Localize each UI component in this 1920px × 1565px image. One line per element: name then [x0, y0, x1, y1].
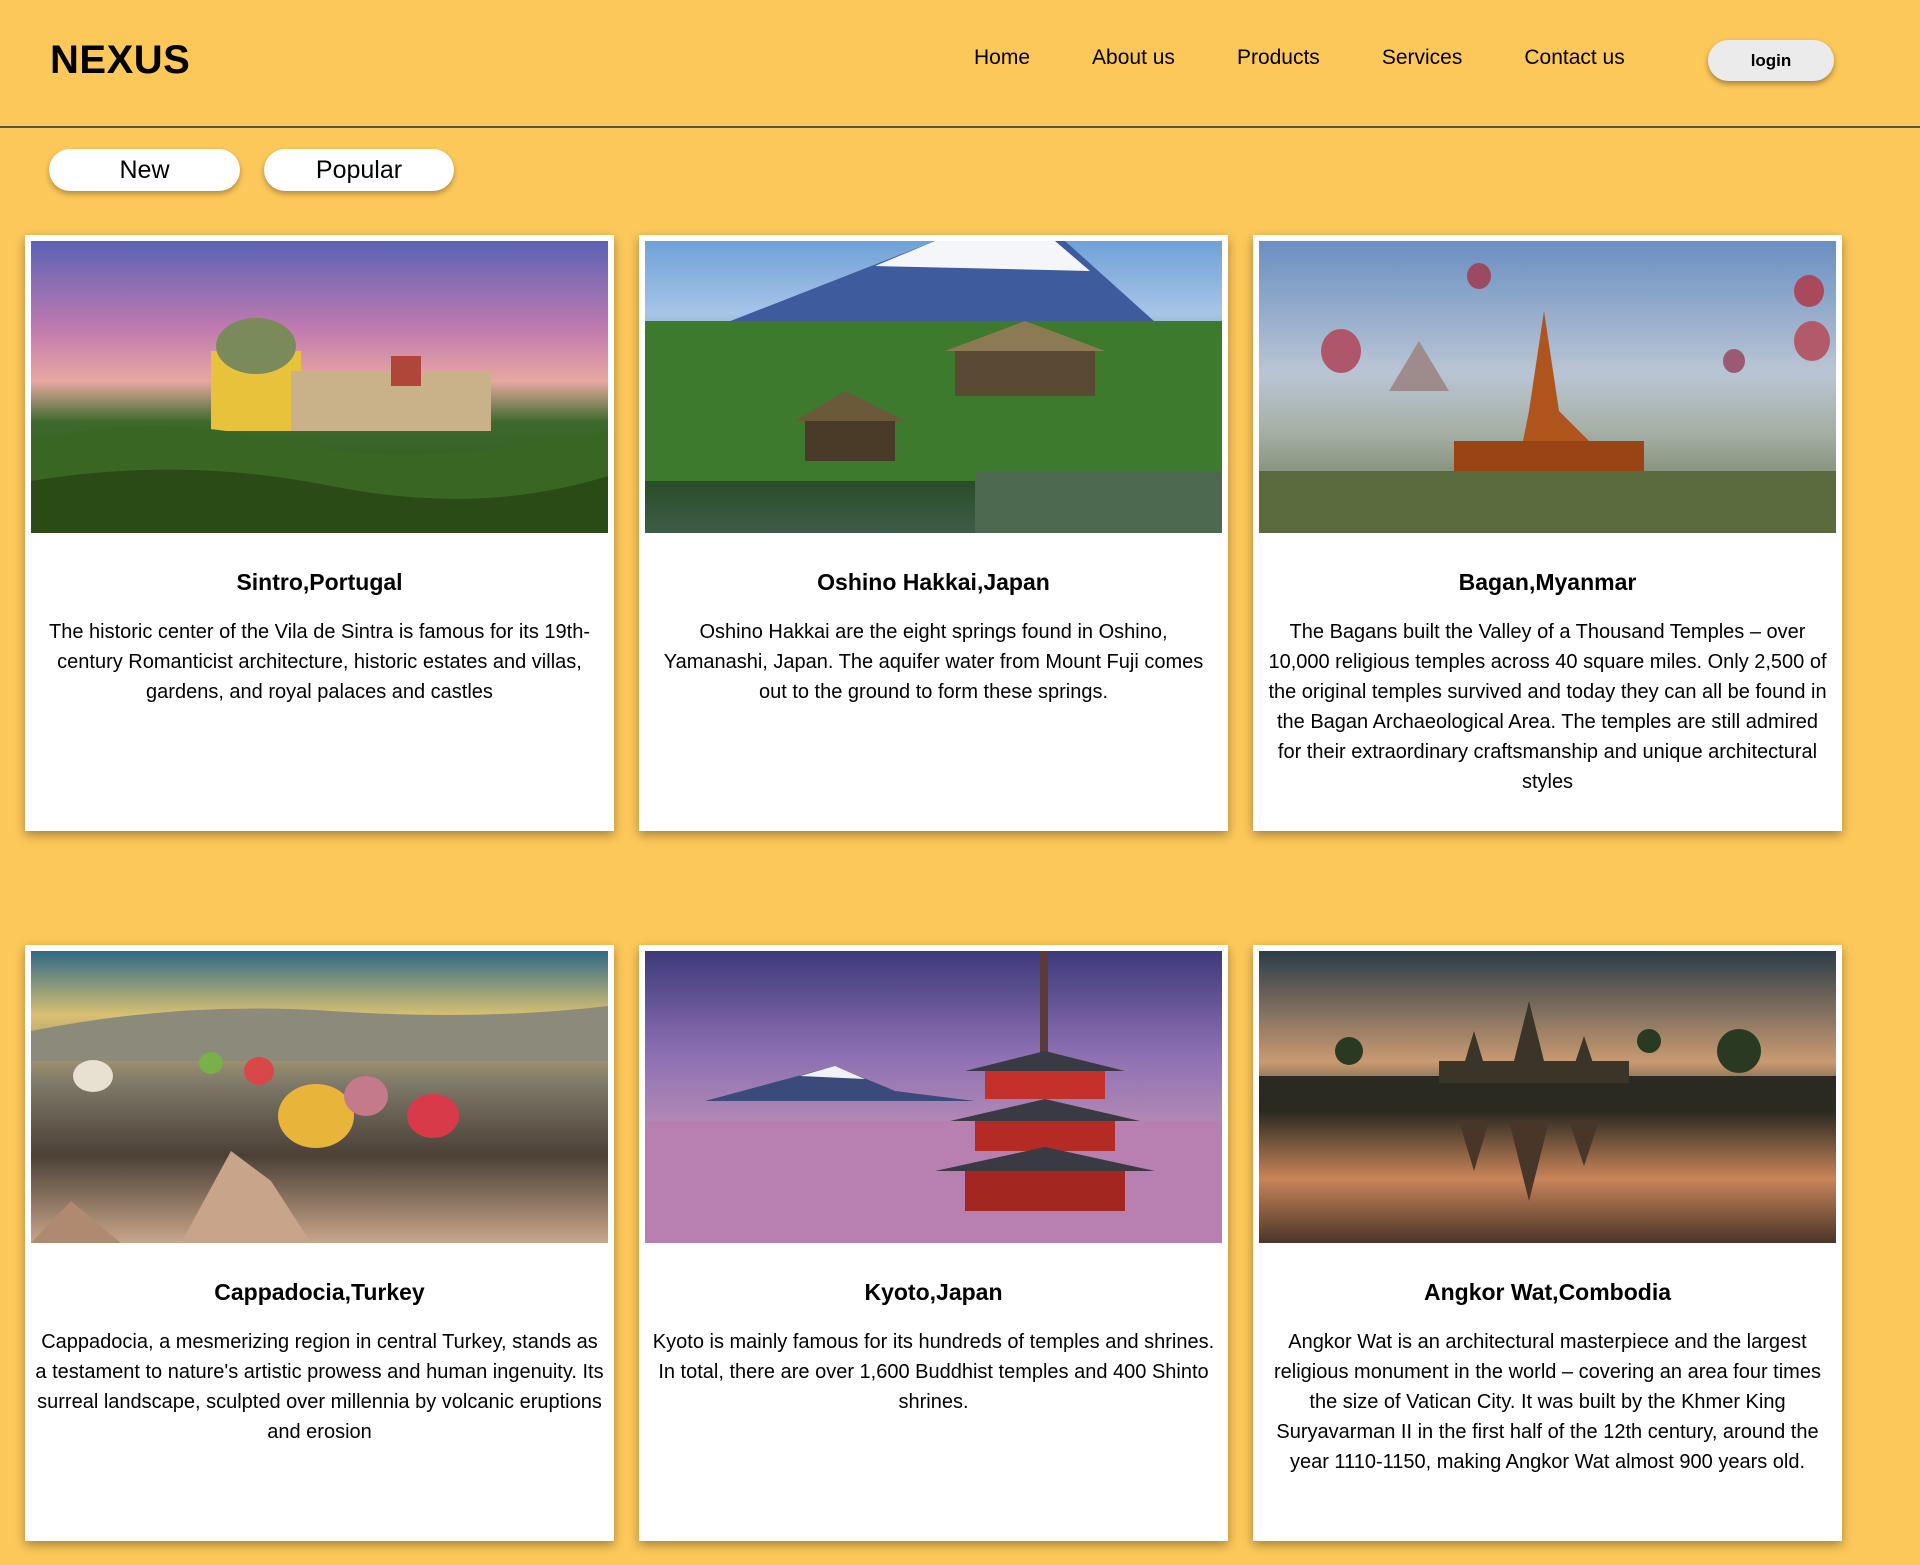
destination-title: Bagan,Myanmar	[1458, 569, 1637, 595]
main-nav: Home About us Products Services Contact …	[974, 46, 1687, 70]
destination-title: Angkor Wat,Combodia	[1423, 1279, 1672, 1305]
destination-card[interactable]: Angkor Wat,Combodia Angkor Wat is an arc…	[1253, 945, 1842, 1541]
destination-grid: Sintro,Portugal The historic center of t…	[25, 235, 1842, 1541]
destination-card[interactable]: Cappadocia,Turkey Cappadocia, a mesmeriz…	[25, 945, 614, 1541]
filter-new-button[interactable]: New	[49, 149, 240, 191]
site-header: NEXUS Home About us Products Services Co…	[0, 0, 1920, 128]
filter-bar: New Popular	[49, 149, 478, 191]
destination-description: The historic center of the Vila de Sintr…	[49, 621, 590, 703]
destination-description: Kyoto is mainly famous for its hundreds …	[652, 1331, 1215, 1413]
destination-card[interactable]: Bagan,Myanmar The Bagans built the Valle…	[1253, 235, 1842, 831]
destination-card[interactable]: Oshino Hakkai,Japan Oshino Hakkai are th…	[639, 235, 1228, 831]
destination-image	[645, 241, 1222, 533]
nav-about-link[interactable]: About us	[1092, 46, 1175, 70]
destination-title: Kyoto,Japan	[864, 1279, 1003, 1305]
destination-title: Cappadocia,Turkey	[214, 1279, 425, 1305]
destination-image	[1259, 951, 1836, 1243]
nav-home-link[interactable]: Home	[974, 46, 1030, 70]
destination-image	[31, 241, 608, 533]
destination-title: Sintro,Portugal	[236, 569, 403, 595]
destination-description: Oshino Hakkai are the eight springs foun…	[663, 621, 1204, 703]
logo[interactable]: NEXUS	[50, 38, 190, 83]
nav-contact-link[interactable]: Contact us	[1524, 46, 1624, 70]
destination-image	[645, 951, 1222, 1243]
destination-title: Oshino Hakkai,Japan	[817, 569, 1050, 595]
destination-description: The Bagans built the Valley of a Thousan…	[1268, 621, 1827, 793]
destination-description: Cappadocia, a mesmerizing region in cent…	[35, 1331, 604, 1443]
destination-image	[31, 951, 608, 1243]
destination-description: Angkor Wat is an architectural masterpie…	[1274, 1331, 1821, 1473]
nav-products-link[interactable]: Products	[1237, 46, 1320, 70]
destination-image	[1259, 241, 1836, 533]
filter-popular-button[interactable]: Popular	[264, 149, 454, 191]
destination-card[interactable]: Sintro,Portugal The historic center of t…	[25, 235, 614, 831]
destination-card[interactable]: Kyoto,Japan Kyoto is mainly famous for i…	[639, 945, 1228, 1541]
login-button[interactable]: login	[1708, 40, 1834, 81]
nav-services-link[interactable]: Services	[1382, 46, 1463, 70]
